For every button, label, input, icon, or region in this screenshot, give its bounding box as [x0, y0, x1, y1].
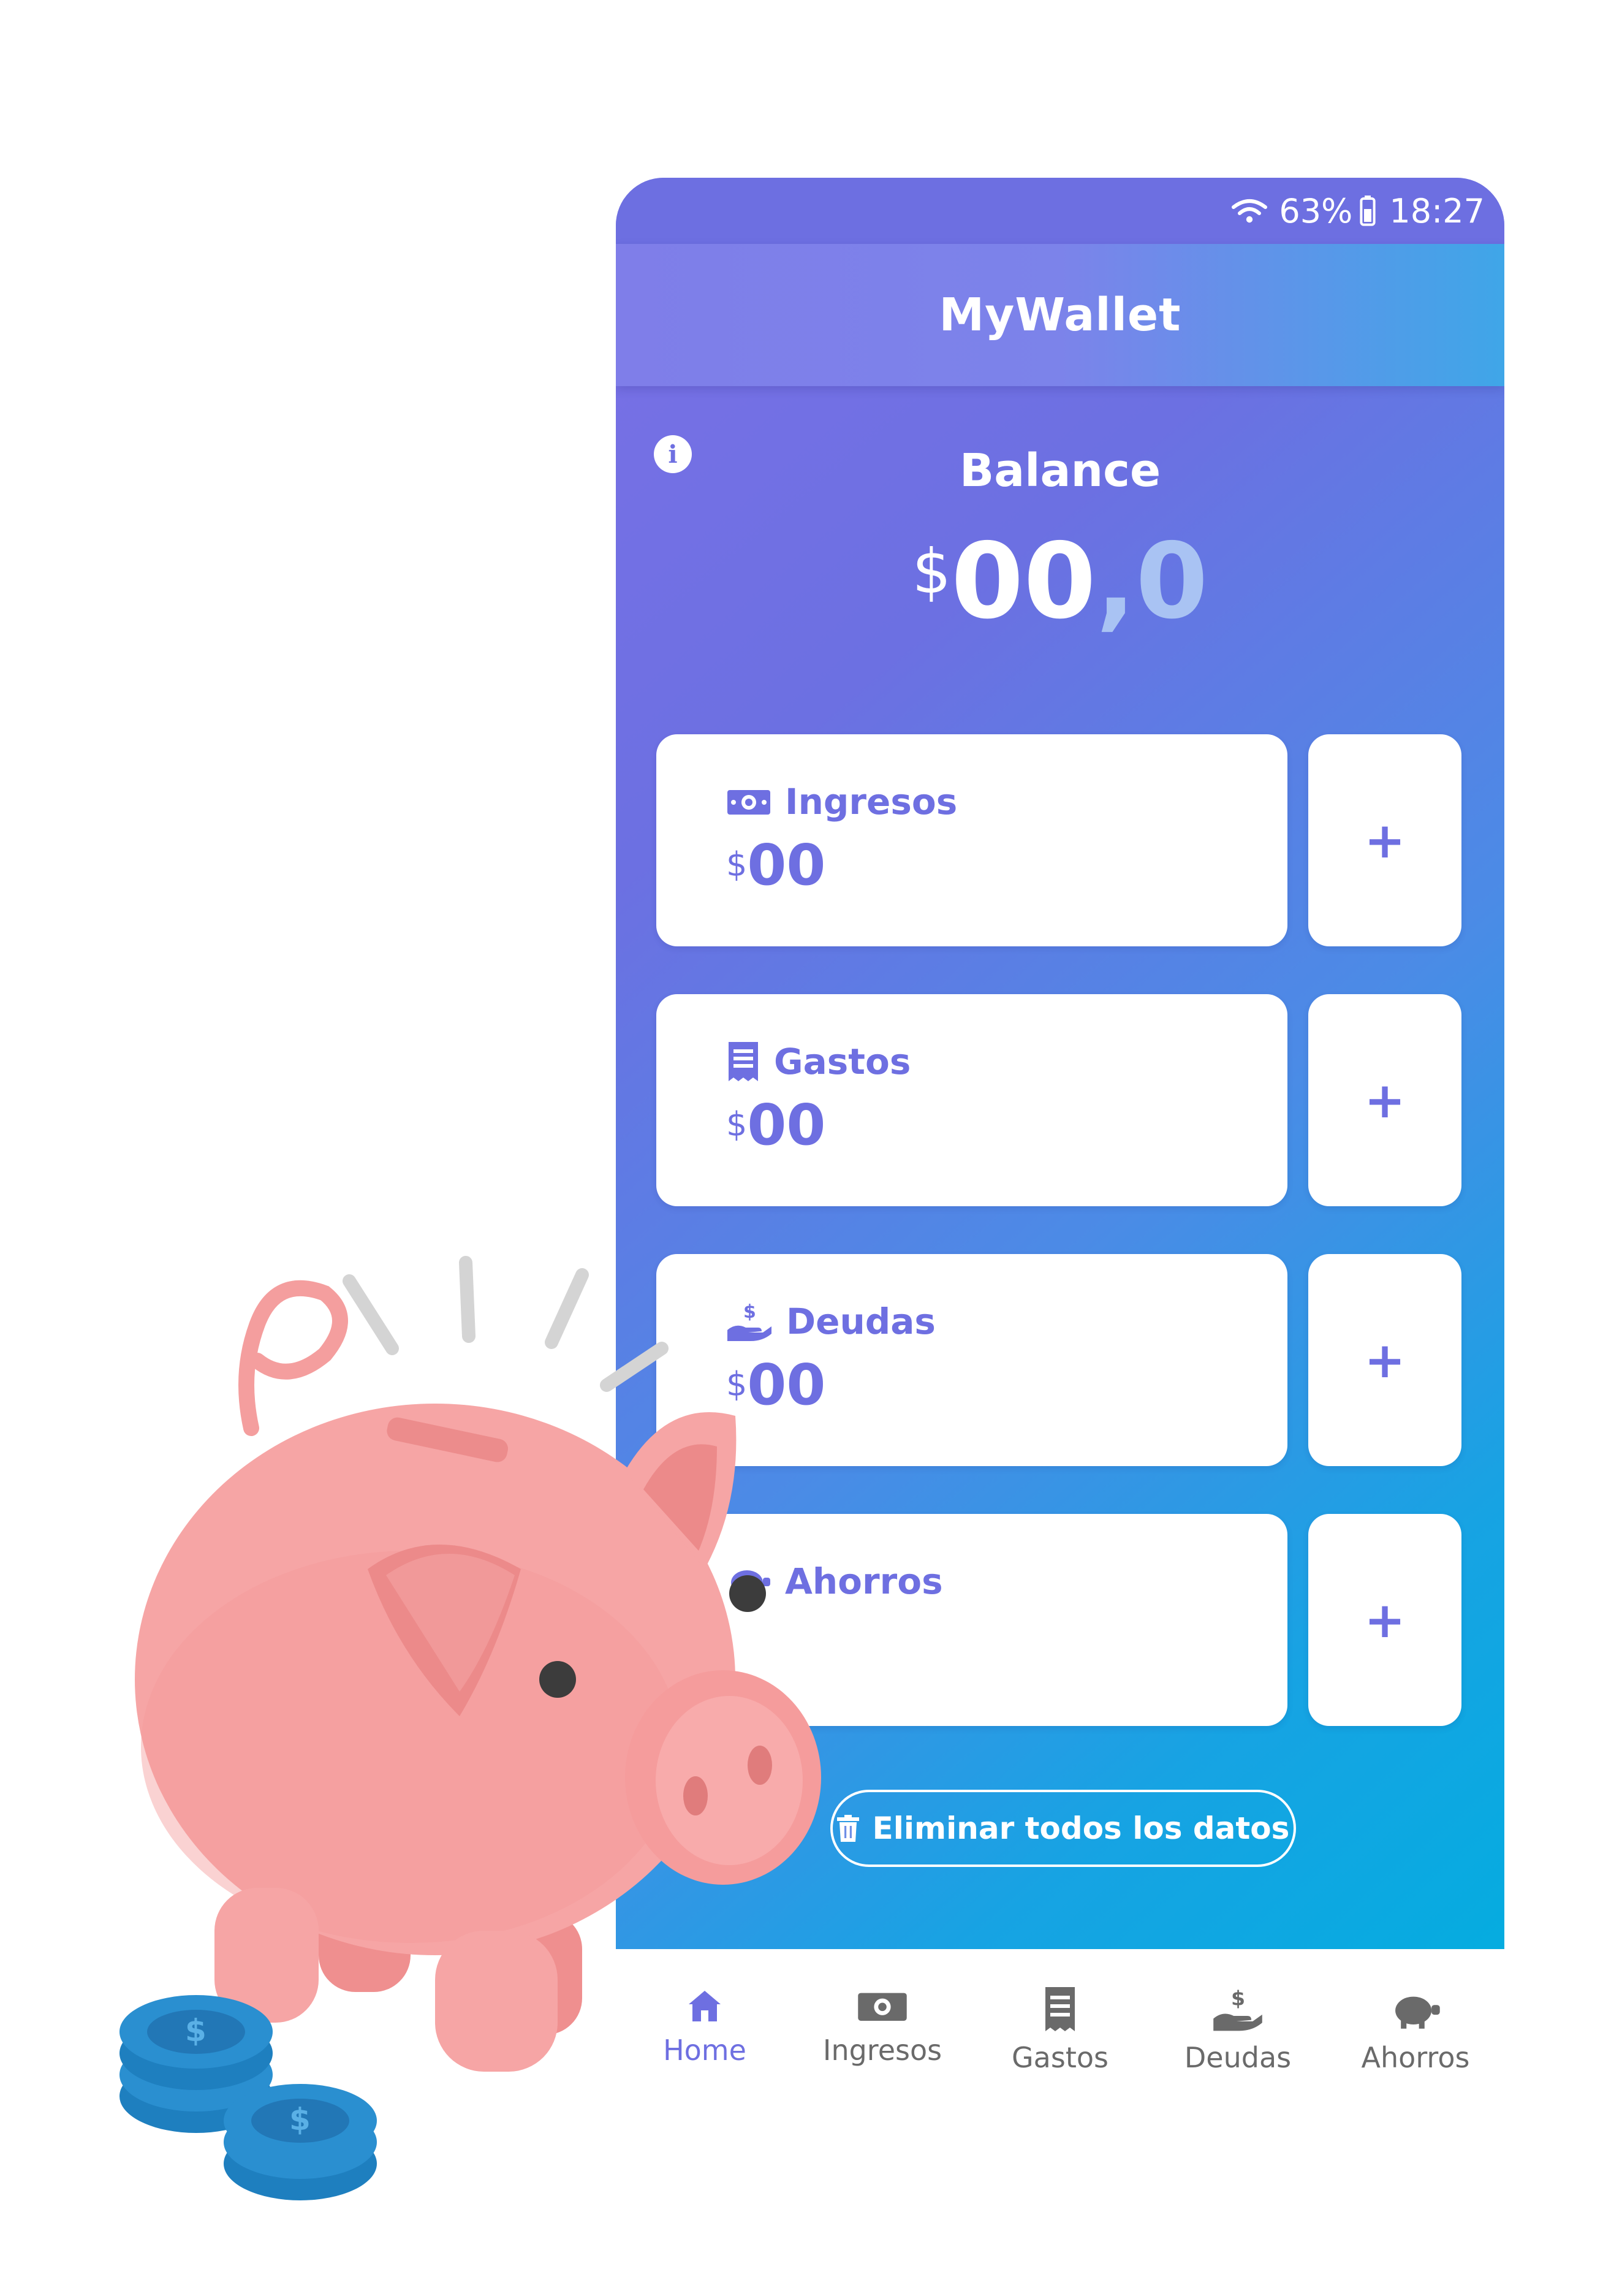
wifi-icon: [1232, 199, 1268, 223]
add-ahorro-button[interactable]: +: [1308, 1514, 1461, 1726]
clock: 18:27: [1389, 191, 1485, 230]
balance-amount: $00,0: [616, 521, 1504, 642]
ingresos-card[interactable]: Ingresos $00: [656, 734, 1287, 946]
nav-label: Deudas: [1184, 2041, 1292, 2074]
nav-label: Ahorros: [1361, 2041, 1470, 2074]
gastos-label: Gastos: [774, 1041, 911, 1082]
amount-value: 00: [747, 832, 826, 898]
nav-ahorros[interactable]: Ahorros: [1327, 1949, 1504, 2108]
gastos-amount: $00: [726, 1092, 825, 1158]
battery-icon: [1360, 196, 1376, 226]
ingresos-amount: $00: [726, 832, 825, 898]
nav-gastos[interactable]: Gastos: [971, 1949, 1149, 2108]
piggy-bank-illustration: $ $: [119, 1256, 821, 2200]
gastos-card[interactable]: Gastos $00: [656, 994, 1287, 1206]
add-gasto-button[interactable]: +: [1308, 994, 1461, 1206]
balance-currency: $: [912, 536, 952, 607]
piggy-icon: [1395, 1996, 1440, 2029]
ingresos-label: Ingresos: [785, 781, 958, 823]
battery-percent: 63%: [1279, 191, 1353, 230]
receipt-icon: [1045, 1987, 1075, 2031]
nav-deudas[interactable]: $ Deudas: [1149, 1949, 1327, 2108]
app-bar: MyWallet: [616, 244, 1504, 386]
app-title: MyWallet: [939, 289, 1181, 341]
add-ingreso-button[interactable]: +: [1308, 734, 1461, 946]
delete-all-label: Eliminar todos los datos: [872, 1811, 1290, 1846]
balance-label: Balance: [959, 444, 1161, 497]
coins-icon: $ $: [119, 1995, 377, 2200]
currency-symbol: $: [726, 1105, 748, 1144]
balance-decimal: ,0: [1096, 521, 1208, 642]
balance-integer: 00: [951, 521, 1096, 642]
nav-label: Gastos: [1012, 2041, 1108, 2074]
motion-lines: [343, 1256, 669, 1392]
svg-text:$: $: [289, 2102, 311, 2137]
add-deuda-button[interactable]: +: [1308, 1254, 1461, 1466]
svg-text:$: $: [185, 2013, 207, 2048]
svg-text:$: $: [1231, 1986, 1245, 2010]
money-icon: [858, 1993, 907, 2021]
stage: 63% 18:27 MyWallet i Balance $00,0 Ingre…: [0, 0, 1622, 2296]
receipt-icon: [729, 1042, 758, 1081]
status-bar: 63% 18:27: [616, 178, 1504, 244]
currency-symbol: $: [726, 845, 748, 884]
hand-dollar-icon: $: [1213, 1986, 1262, 2031]
money-icon: [727, 790, 770, 815]
amount-value: 00: [747, 1092, 826, 1158]
delete-all-button[interactable]: Eliminar todos los datos: [830, 1790, 1296, 1867]
